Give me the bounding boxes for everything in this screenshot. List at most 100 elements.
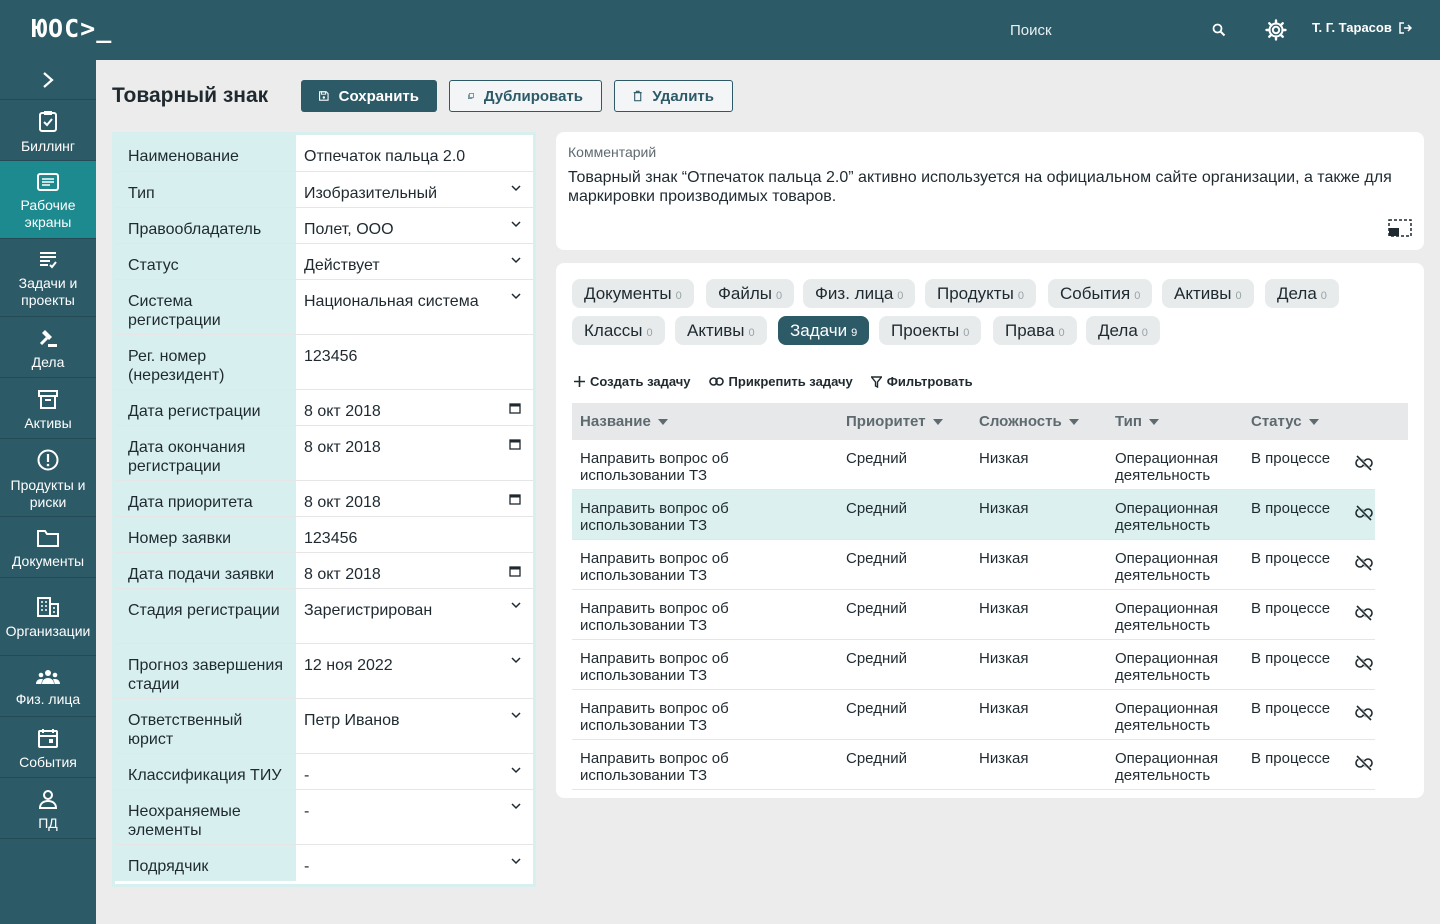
tab-rights[interactable]: Права 0 [993, 316, 1077, 345]
filter-button[interactable]: Фильтровать [870, 374, 973, 389]
name-input[interactable]: Отпечаток пальца 2.0 [296, 135, 533, 171]
tab-products[interactable]: Продукты 0 [925, 279, 1036, 308]
tab-events[interactable]: События 0 [1048, 279, 1153, 308]
calendar-icon[interactable] [509, 438, 521, 450]
nav-item-tasks[interactable]: Задачи и проекты [0, 239, 96, 317]
lawyer-select[interactable]: Петр Иванов [296, 699, 533, 753]
contractor-select[interactable]: - [296, 845, 533, 881]
unlink-icon[interactable] [1355, 505, 1373, 521]
tab-documents[interactable]: Документы 0 [572, 279, 694, 308]
gear-icon[interactable] [1264, 18, 1288, 42]
field-value: Петр Иванов [304, 712, 400, 729]
duplicate-button[interactable]: Дублировать [449, 80, 602, 112]
registration-stage-select[interactable]: Зарегистрирован [296, 589, 533, 643]
nav-expand-button[interactable] [0, 60, 96, 100]
nav-item-persons[interactable]: Физ. лица [0, 656, 96, 717]
table-row[interactable]: Направить вопрос об использовании ТЗ Сре… [572, 590, 1375, 640]
unlink-icon[interactable] [1355, 605, 1373, 621]
tab-cases[interactable]: Дела 0 [1265, 279, 1339, 308]
reg-number-input[interactable]: 123456 [296, 335, 533, 389]
column-header-name[interactable]: Название [580, 413, 668, 430]
search-box[interactable]: Поиск [1000, 14, 1236, 46]
column-header-complexity[interactable]: Сложность [979, 413, 1079, 430]
application-date-picker[interactable]: 8 окт 2018 [296, 553, 533, 588]
stage-forecast-select[interactable]: 12 ноя 2022 [296, 644, 533, 698]
table-row[interactable]: Направить вопрос об использовании ТЗ Сре… [572, 690, 1375, 740]
table-row[interactable]: Направить вопрос об использовании ТЗ Сре… [572, 490, 1375, 540]
tab-count: 0 [748, 326, 755, 339]
tab-classes[interactable]: Классы 0 [572, 316, 665, 345]
column-header-status[interactable]: Статус [1251, 413, 1319, 430]
calendar-icon[interactable] [509, 565, 521, 577]
create-task-button[interactable]: Создать задачу [574, 374, 691, 389]
owner-select[interactable]: Полет, ООО [296, 208, 533, 243]
nav-item-pd[interactable]: ПД [0, 778, 96, 839]
tab-assets[interactable]: Активы 0 [1162, 279, 1254, 308]
nav-label: Задачи и проекты [18, 274, 78, 308]
tab-tasks[interactable]: Задачи 9 [778, 316, 870, 345]
nav-item-assets[interactable]: Активы [0, 378, 96, 439]
field-row: Тип Изобразительный [115, 172, 533, 208]
save-button[interactable]: Сохранить [301, 80, 437, 112]
field-value: - [304, 803, 310, 820]
app-logo[interactable]: ЮОС>_ [32, 14, 112, 43]
delete-button[interactable]: Удалить [614, 80, 733, 112]
table-row[interactable]: Направить вопрос об использовании ТЗ Сре… [572, 640, 1375, 690]
nav-item-documents[interactable]: Документы [0, 517, 96, 578]
nav-item-cases[interactable]: Дела [0, 317, 96, 378]
field-value: 8 окт 2018 [304, 566, 381, 583]
tab-label: Права [1005, 320, 1055, 340]
logout-icon[interactable] [1398, 21, 1412, 35]
column-label: Название [580, 413, 651, 430]
tab-projects[interactable]: Проекты 0 [879, 316, 982, 345]
unlink-icon[interactable] [1355, 455, 1373, 471]
type-select[interactable]: Изобразительный [296, 172, 533, 207]
filter-icon [870, 375, 882, 388]
table-row[interactable]: Направить вопрос об использовании ТЗ Сре… [572, 540, 1375, 590]
unlink-icon[interactable] [1355, 705, 1373, 721]
column-label: Тип [1115, 413, 1142, 430]
tab-label: Дела [1098, 320, 1138, 340]
nav-item-billing[interactable]: Биллинг [0, 100, 96, 161]
column-header-priority[interactable]: Приоритет [846, 413, 943, 430]
calendar-icon[interactable] [509, 493, 521, 505]
chevron-down-icon [511, 858, 521, 865]
unlink-icon[interactable] [1355, 555, 1373, 571]
classification-select[interactable]: - [296, 754, 533, 789]
tab-assets-2[interactable]: Активы 0 [675, 316, 767, 345]
tab-count: 0 [1017, 289, 1024, 302]
cell-complexity: Низкая [979, 700, 1029, 717]
user-menu[interactable]: Т. Г. Тарасов [1312, 20, 1412, 35]
registration-date-picker[interactable]: 8 окт 2018 [296, 390, 533, 425]
priority-date-picker[interactable]: 8 окт 2018 [296, 481, 533, 516]
nav-item-workscreens[interactable]: Рабочие экраны [0, 161, 96, 239]
search-placeholder[interactable]: Поиск [1010, 22, 1052, 39]
column-header-type[interactable]: Тип [1115, 413, 1159, 430]
comment-field[interactable]: Комментарий Товарный знак “Отпечаток пал… [556, 132, 1424, 250]
table-row[interactable]: Направить вопрос об использовании ТЗ Сре… [572, 740, 1375, 790]
sort-down-icon [1068, 418, 1079, 425]
unlink-icon[interactable] [1355, 755, 1373, 771]
field-value: - [304, 858, 310, 875]
attach-task-button[interactable]: Прикрепить задачу [708, 374, 853, 389]
nav-item-products[interactable]: Продукты и риски [0, 439, 96, 517]
unlink-icon[interactable] [1355, 655, 1373, 671]
registration-system-select[interactable]: Национальная система [296, 280, 533, 334]
tab-cases-2[interactable]: Дела 0 [1086, 316, 1160, 345]
tab-files[interactable]: Файлы 0 [706, 279, 795, 308]
comment-text[interactable]: Товарный знак “Отпечаток пальца 2.0” акт… [568, 168, 1412, 206]
unprotected-elements-select[interactable]: - [296, 790, 533, 844]
tab-label: События [1060, 283, 1131, 303]
application-number-input[interactable]: 123456 [296, 517, 533, 552]
tab-persons[interactable]: Физ. лица 0 [803, 279, 916, 308]
search-icon[interactable] [1212, 23, 1226, 37]
calendar-icon[interactable] [509, 402, 521, 414]
status-select[interactable]: Действует [296, 244, 533, 279]
nav-item-events[interactable]: События [0, 717, 96, 778]
calendar-icon [38, 728, 58, 748]
resize-icon[interactable] [1388, 219, 1412, 237]
column-label: Сложность [979, 413, 1062, 430]
table-row[interactable]: Направить вопрос об использовании ТЗ Сре… [572, 440, 1375, 490]
registration-end-date-picker[interactable]: 8 окт 2018 [296, 426, 533, 480]
nav-item-organizations[interactable]: Организации [0, 578, 96, 656]
